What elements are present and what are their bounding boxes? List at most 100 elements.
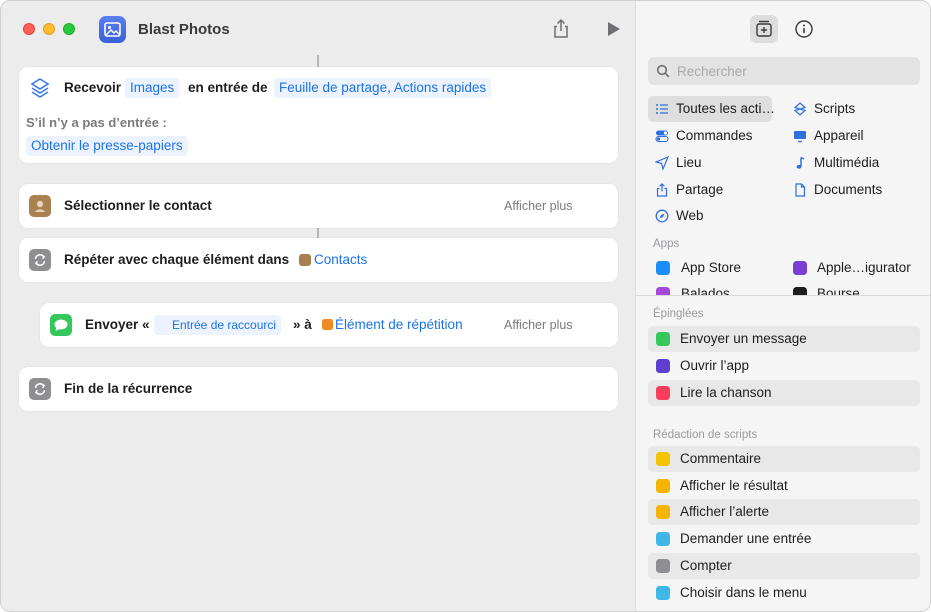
apps-section-header: Apps — [653, 238, 680, 250]
category-label: Appareil — [814, 128, 864, 143]
stocks-icon — [793, 287, 807, 295]
repeat-title: Répéter avec chaque élément dans — [64, 252, 290, 267]
app-store-item[interactable]: App Store — [681, 260, 741, 275]
action-library-icon[interactable] — [750, 15, 778, 43]
podcasts-icon — [656, 287, 670, 295]
show-result-icon — [656, 479, 670, 493]
search-icon — [656, 64, 670, 78]
action-label: Choisir dans le menu — [680, 585, 807, 600]
fallback-token[interactable]: Obtenir le presse-papiers — [26, 136, 188, 156]
category-location[interactable]: Lieu — [648, 150, 772, 176]
script-ask-input[interactable]: Demander une entrée — [648, 526, 920, 552]
search-placeholder: Rechercher — [677, 64, 747, 79]
share-icon[interactable] — [550, 18, 572, 40]
category-label: Multimédia — [814, 155, 880, 170]
list-icon — [656, 104, 668, 114]
ask-input-icon — [656, 532, 670, 546]
action-label: Lire la chanson — [680, 385, 772, 400]
action-library: Rechercher Toutes les acti… Scripts Comm… — [635, 1, 930, 611]
category-all-actions[interactable]: Toutes les acti… — [648, 96, 776, 122]
category-sharing[interactable]: Partage — [648, 177, 772, 203]
script-comment[interactable]: Commentaire — [648, 446, 920, 472]
select-contact-title: Sélectionner le contact — [64, 198, 212, 213]
pinned-send-message[interactable]: Envoyer un message — [648, 326, 920, 352]
category-label: Toutes les acti… — [676, 101, 776, 116]
shortcut-input-token[interactable]: Entrée de raccourci — [154, 315, 282, 335]
select-contact-action[interactable]: Sélectionner le contact Afficher plus — [19, 184, 618, 228]
repeat-each-action[interactable]: Répéter avec chaque élément dans Contact… — [19, 238, 618, 282]
end-repeat-action[interactable]: Fin de la récurrence — [19, 367, 618, 411]
script-show-result[interactable]: Afficher le résultat — [648, 473, 920, 499]
document-icon — [795, 183, 806, 197]
play-icon[interactable] — [602, 18, 624, 40]
library-search-field[interactable]: Rechercher — [648, 57, 920, 85]
to-text: » à — [293, 317, 312, 332]
scripting-section-header: Rédaction de scripts — [653, 429, 758, 441]
action-label: Commentaire — [680, 451, 762, 466]
music-icon — [656, 386, 670, 400]
category-media[interactable]: Multimédia — [786, 150, 916, 176]
category-label: Scripts — [814, 101, 856, 116]
menu-icon — [656, 586, 670, 600]
input-sources-token[interactable]: Feuille de partage, Actions rapides — [274, 78, 492, 98]
alert-icon — [656, 505, 670, 519]
action-connector — [317, 228, 319, 238]
category-scripts[interactable]: Scripts — [786, 96, 916, 122]
pinned-section-header: Épinglées — [653, 308, 704, 320]
category-documents[interactable]: Documents — [786, 177, 916, 203]
minimize-window-button[interactable] — [43, 23, 55, 35]
podcasts-item[interactable]: Balados — [681, 286, 730, 295]
music-note-icon — [796, 156, 805, 169]
action-label: Ouvrir l’app — [680, 358, 750, 373]
action-label: Envoyer un message — [680, 331, 807, 346]
script-show-alert[interactable]: Afficher l’alerte — [648, 499, 920, 525]
category-label: Lieu — [676, 155, 702, 170]
share-icon — [656, 183, 668, 197]
compass-icon — [655, 209, 669, 223]
title-bar: Blast Photos — [1, 1, 635, 57]
comment-icon — [656, 452, 670, 466]
input-type-token[interactable]: Images — [125, 78, 180, 98]
window-title: Blast Photos — [138, 21, 230, 38]
from-text: en entrée de — [188, 80, 268, 95]
open-app-icon — [656, 359, 670, 373]
stocks-item[interactable]: Bourse — [817, 286, 860, 295]
show-more-button[interactable]: Afficher plus — [504, 318, 573, 332]
messages-icon — [656, 332, 670, 346]
shortcut-editor: Blast Photos Recevoir Images en entrée d… — [1, 1, 635, 611]
receive-input-action[interactable]: Recevoir Images en entrée de Feuille de … — [19, 67, 618, 163]
close-window-button[interactable] — [23, 23, 35, 35]
shortcuts-window: Blast Photos Recevoir Images en entrée d… — [0, 0, 931, 612]
app-store-icon — [656, 261, 670, 275]
no-input-label: S’il n’y a pas d’entrée : — [26, 115, 167, 130]
category-label: Documents — [814, 182, 883, 197]
show-more-button[interactable]: Afficher plus — [504, 199, 573, 213]
category-device[interactable]: Appareil — [786, 123, 916, 149]
contacts-variable-token[interactable]: Contacts — [309, 250, 372, 270]
photos-shortcut-icon[interactable] — [99, 16, 126, 43]
send-message-action[interactable]: Envoyer « Entrée de raccourci » à Élémen… — [40, 303, 618, 347]
receive-verb: Recevoir — [64, 80, 122, 95]
action-label: Compter — [680, 558, 732, 573]
category-controls[interactable]: Commandes — [648, 123, 772, 149]
script-choose-menu[interactable]: Choisir dans le menu — [648, 580, 920, 606]
zoom-window-button[interactable] — [63, 23, 75, 35]
scripts-icon — [793, 102, 807, 116]
category-web[interactable]: Web — [648, 203, 772, 229]
action-connector — [317, 55, 319, 67]
apple-configurator-item[interactable]: Apple…igurator — [817, 260, 911, 275]
category-label: Commandes — [676, 128, 753, 143]
layers-icon — [29, 77, 51, 99]
sigma-icon — [656, 559, 670, 573]
info-icon[interactable] — [790, 15, 818, 43]
contacts-icon — [29, 195, 51, 217]
pinned-open-app[interactable]: Ouvrir l’app — [648, 353, 920, 379]
action-label: Demander une entrée — [680, 531, 812, 546]
repeat-item-token[interactable]: Élément de répétition — [330, 315, 468, 335]
category-label: Partage — [676, 182, 724, 197]
script-count[interactable]: Compter — [648, 553, 920, 579]
display-icon — [794, 131, 806, 143]
end-repeat-title: Fin de la récurrence — [64, 381, 193, 396]
action-label: Afficher le résultat — [680, 478, 788, 493]
pinned-play-song[interactable]: Lire la chanson — [648, 380, 920, 406]
